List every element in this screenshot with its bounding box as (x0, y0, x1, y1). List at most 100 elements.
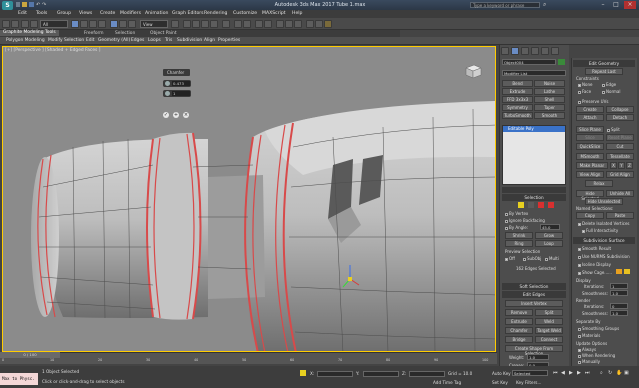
link-icon[interactable] (21, 20, 29, 28)
search-input[interactable]: Type a keyword or phrase (470, 2, 540, 8)
y-coord-field[interactable] (363, 371, 399, 377)
grow-button[interactable]: Grow (535, 232, 563, 239)
menu-animation[interactable]: Animation (145, 11, 168, 16)
auto-key-button[interactable]: Auto Key (492, 371, 511, 376)
border-mode-icon[interactable] (538, 202, 544, 208)
redo-tool-icon[interactable] (11, 20, 19, 28)
orbit-icon[interactable]: ↻ (608, 370, 612, 376)
pan-icon[interactable]: ✋ (616, 370, 622, 376)
ribbon-loops[interactable]: Loops (148, 38, 161, 43)
msmooth-button[interactable]: MSmooth (576, 153, 604, 160)
ribbon-align[interactable]: Align (204, 38, 215, 43)
ribbon-edges[interactable]: Edges (131, 38, 144, 43)
tab-freeform[interactable]: Freeform (84, 31, 104, 36)
weld-button[interactable]: Weld (535, 318, 563, 325)
ribbon-modify-selection[interactable]: Modify Selection (48, 38, 84, 43)
scene-explorer-icon[interactable] (264, 20, 272, 28)
prev-frame-icon[interactable]: ◀ (561, 370, 565, 376)
paste-button[interactable]: Paste (606, 212, 634, 219)
copy-button[interactable]: Copy (576, 212, 604, 219)
render-setup-icon[interactable] (306, 20, 314, 28)
preview-subobj-radio[interactable]: SubObj (523, 256, 541, 261)
lock-selection-icon[interactable] (300, 370, 306, 376)
hide-unselected-button[interactable]: Hide Unselected (585, 198, 623, 205)
display-iterations-field[interactable]: 1 (610, 283, 628, 289)
extrude-button[interactable]: Extrude (505, 318, 533, 325)
repeat-last-button[interactable]: Repeat Last (585, 68, 623, 75)
curve-editor-icon[interactable] (276, 20, 284, 28)
utilities-tab-icon[interactable] (551, 47, 559, 55)
close-button[interactable]: × (624, 1, 636, 9)
move-icon[interactable] (110, 20, 118, 28)
angle-snap-icon[interactable] (192, 20, 200, 28)
menu-customize[interactable]: Customize (233, 11, 257, 16)
tab-graphite-modeling[interactable]: Graphite Modeling Tools (0, 30, 59, 36)
lathe-button[interactable]: Lathe (534, 88, 565, 95)
select-object-icon[interactable] (71, 20, 79, 28)
menu-create[interactable]: Create (100, 11, 115, 16)
select-by-name-icon[interactable] (80, 20, 88, 28)
chamfer-button[interactable]: Chamfer (505, 327, 533, 334)
caddy-ok-icon[interactable]: ✓ (163, 112, 169, 118)
ring-button[interactable]: Ring (505, 240, 533, 247)
menu-rendering[interactable]: Rendering (204, 11, 227, 16)
render-production-icon[interactable] (324, 20, 332, 28)
full-interactivity-checkbox[interactable]: Full Interactivity (582, 228, 618, 233)
always-radio[interactable]: Always (578, 347, 596, 352)
rect-selection-icon[interactable] (89, 20, 97, 28)
viewcube-icon[interactable] (463, 63, 483, 79)
smooth-button[interactable]: Smooth (534, 112, 565, 119)
by-angle-checkbox[interactable]: By Angle: (505, 225, 528, 230)
save-file-icon[interactable] (29, 2, 34, 7)
menu-group[interactable]: Group (57, 11, 71, 16)
ribbon-properties[interactable]: Properties (218, 38, 240, 43)
manually-radio[interactable]: Manually (578, 359, 600, 364)
attach-button[interactable]: Attach (576, 114, 604, 121)
add-time-tag[interactable]: Add Time Tag (433, 380, 461, 385)
shell-button[interactable]: Shell (534, 96, 565, 103)
ribbon-edit[interactable]: Edit (86, 38, 95, 43)
timeline[interactable] (0, 352, 497, 364)
extrude-mod-button[interactable]: Extrude (502, 88, 533, 95)
zoom-icon[interactable]: ⌕ (600, 370, 603, 376)
split-checkbox[interactable]: Split (607, 127, 620, 132)
app-logo-icon[interactable]: S (2, 1, 13, 10)
constraint-edge-radio[interactable]: Edge (602, 82, 616, 87)
tube-model[interactable] (3, 47, 496, 352)
redo-icon[interactable]: ↷ (42, 2, 46, 8)
key-mode-dropdown[interactable]: Selected (512, 370, 548, 376)
target-weld-button[interactable]: Target Weld (535, 327, 563, 334)
symmetry-button[interactable]: Symmetry (502, 104, 533, 111)
percent-snap-icon[interactable] (201, 20, 209, 28)
z-coord-field[interactable] (409, 371, 445, 377)
undo-tool-icon[interactable] (2, 20, 10, 28)
split-edge-button[interactable]: Split (535, 309, 563, 316)
delete-isolated-checkbox[interactable]: Delete Isolated Vertices (578, 221, 629, 226)
object-color-swatch[interactable] (558, 59, 565, 65)
undo-icon[interactable]: ↶ (36, 2, 40, 8)
menu-modifiers[interactable]: Modifiers (120, 11, 141, 16)
shrink-button[interactable]: Shrink (505, 232, 533, 239)
menu-edit[interactable]: Edit (18, 11, 27, 16)
goto-end-icon[interactable]: ⏭ (585, 370, 590, 376)
ribbon-subdivision[interactable]: Subdivision (177, 38, 202, 43)
menu-help[interactable]: Help (292, 11, 302, 16)
bridge-button[interactable]: Bridge (505, 336, 533, 343)
bend-button[interactable]: Bend (502, 80, 533, 87)
loop-button[interactable]: Loop (535, 240, 563, 247)
create-tab-icon[interactable] (501, 47, 509, 55)
rendered-frame-icon[interactable] (315, 20, 323, 28)
motion-tab-icon[interactable] (531, 47, 539, 55)
menu-maxscript[interactable]: MAXScript (262, 11, 286, 16)
modifier-stack[interactable] (502, 125, 566, 185)
preview-multi-radio[interactable]: Multi (545, 256, 559, 261)
align-icon[interactable] (243, 20, 251, 28)
vertex-mode-icon[interactable] (518, 202, 524, 208)
menu-tools[interactable]: Tools (36, 11, 47, 16)
grid-align-button[interactable]: Grid Align (606, 171, 634, 178)
unlink-icon[interactable] (30, 20, 38, 28)
preview-off-radio[interactable]: Off (505, 256, 515, 261)
viewport-label[interactable]: [+] [Perspective ] [Shaded + Edged Faces… (5, 48, 100, 53)
planar-x-button[interactable]: X (610, 162, 617, 169)
object-name-field[interactable]: Object004 (502, 59, 556, 65)
